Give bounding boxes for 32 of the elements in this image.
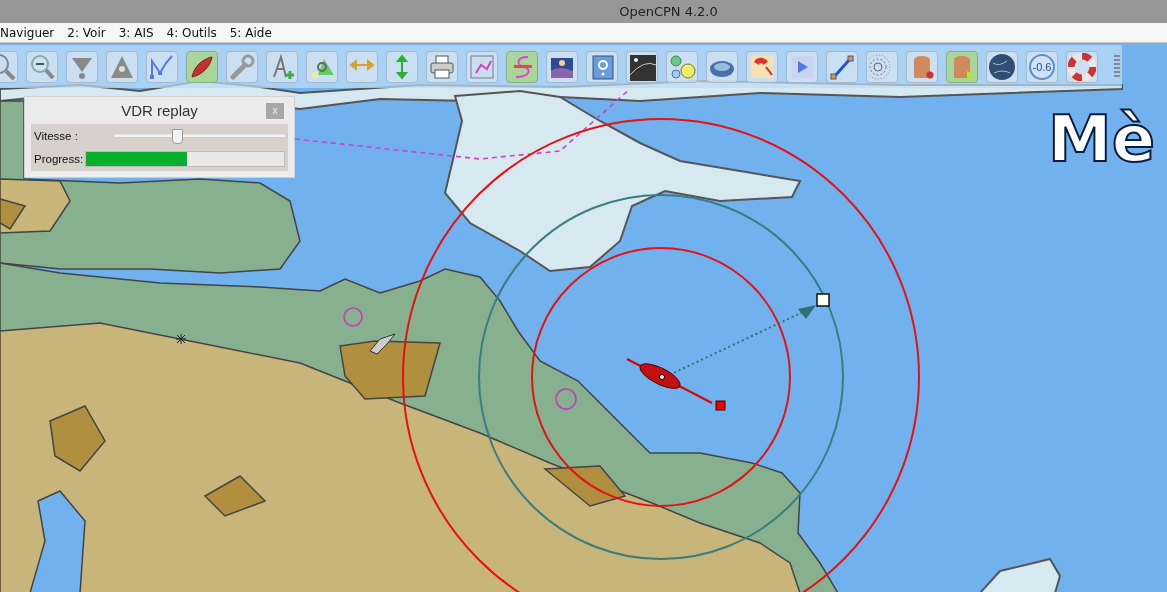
toolbar-grip[interactable] <box>1114 54 1120 79</box>
menu-item[interactable]: 2: Voir <box>67 25 106 40</box>
toolbar-button[interactable] <box>826 50 858 83</box>
vessel-marker <box>715 400 726 411</box>
toolbar-button[interactable] <box>546 50 578 83</box>
asterisk-icon <box>175 333 187 345</box>
lifebuoy-icon <box>1068 52 1096 81</box>
printer-icon <box>428 52 456 81</box>
progress-label: Progress: <box>34 153 84 165</box>
vessel-icon <box>639 363 681 389</box>
toolbar-button[interactable] <box>626 50 658 83</box>
place-label: Mè <box>1048 102 1156 176</box>
line-icon <box>828 52 856 81</box>
toolbar-button[interactable] <box>986 50 1018 83</box>
toolbar-button[interactable] <box>1066 50 1098 83</box>
menu-item[interactable]: 3: AIS <box>118 25 154 40</box>
speed-label: Vitesse : <box>34 130 78 142</box>
window-title: OpenCPN 4.2.0 <box>619 4 718 19</box>
zoom-out-icon <box>28 52 56 81</box>
caution-icon <box>555 388 577 410</box>
slider-thumb[interactable] <box>172 129 184 144</box>
globe-icon <box>988 52 1016 81</box>
waypoint-marker <box>816 293 830 307</box>
toolbar-button[interactable] <box>186 50 218 83</box>
menu-item[interactable]: Naviguer <box>0 25 55 40</box>
menu-item[interactable]: 4: Outils <box>166 25 217 40</box>
wrench-icon <box>228 52 256 81</box>
chart-symbol-icon <box>343 307 363 327</box>
menu-item[interactable]: 5: Aide <box>229 25 272 40</box>
panel-title: VDR replay <box>121 102 198 119</box>
night-sky-icon <box>628 52 656 81</box>
toolbar-button[interactable] <box>426 50 458 83</box>
